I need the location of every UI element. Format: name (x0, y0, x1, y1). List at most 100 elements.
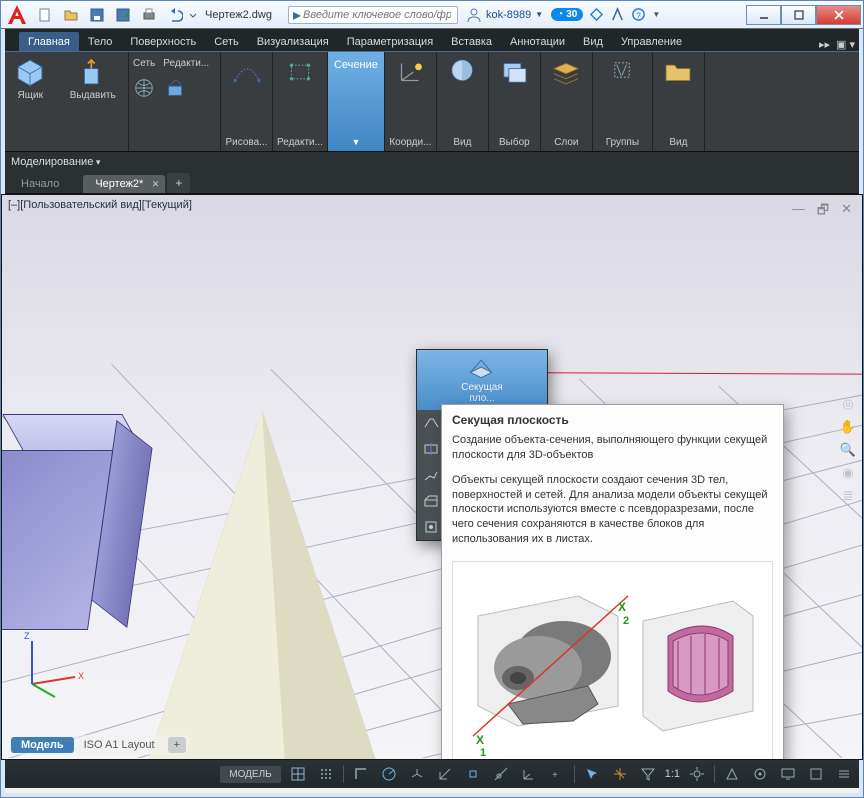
nav-showmotion-icon[interactable]: ≣ (839, 487, 857, 505)
save-button[interactable] (85, 5, 109, 25)
app-window: Чертеж2.dwg ▸ kok-8989 ▼ ◔30 ? ▼ Главная… (0, 0, 864, 798)
sb-workspace-icon[interactable] (749, 763, 771, 785)
tab-manage[interactable]: Управление (612, 32, 691, 51)
sb-filter-icon[interactable] (637, 763, 659, 785)
saveas-button[interactable] (111, 5, 135, 25)
layout-tab-add[interactable]: + (168, 737, 186, 753)
tab-insert[interactable]: Вставка (442, 32, 501, 51)
minimize-button[interactable] (746, 5, 781, 25)
close-button[interactable] (816, 5, 861, 25)
tab-home[interactable]: Главная (19, 32, 79, 51)
sb-3dosnap-icon[interactable] (462, 763, 484, 785)
maximize-button[interactable] (781, 5, 816, 25)
tooltip-p1: Создание объекта-сечения, выполняющего ф… (442, 431, 783, 471)
app-icon[interactable] (610, 7, 625, 22)
nav-pan-icon[interactable]: ✋ (839, 418, 857, 436)
sb-gizmo-icon[interactable] (609, 763, 631, 785)
exchange-icon[interactable] (589, 7, 604, 22)
layout-tab-model[interactable]: Модель (11, 737, 74, 753)
tab-surface[interactable]: Поверхность (121, 32, 205, 51)
help-dropdown-icon[interactable]: ▼ (652, 10, 660, 19)
close-icon[interactable]: ✕ (152, 179, 160, 190)
tool-layers[interactable] (549, 55, 583, 89)
help-icon[interactable]: ? (631, 7, 646, 22)
tool-view-style[interactable] (445, 55, 479, 89)
sb-customize-icon[interactable] (833, 763, 855, 785)
tool-edit1[interactable]: Редакти... (163, 58, 209, 69)
panel-section[interactable]: Сечение ▼ (328, 52, 385, 151)
qat-dropdown[interactable] (189, 5, 197, 25)
tab-solid[interactable]: Тело (79, 32, 122, 51)
status-model[interactable]: МОДЕЛЬ (220, 766, 280, 783)
ucs-icon[interactable]: X Z (20, 629, 90, 699)
nav-wheel-icon[interactable]: ◎ (839, 395, 857, 413)
doc-tab-add[interactable]: + (167, 173, 190, 193)
section-expand-icon: ▼ (351, 137, 360, 147)
ribbon-overflow-icon: ▸▸ (819, 38, 830, 51)
trial-badge[interactable]: ◔30 (551, 8, 583, 21)
open-file-button[interactable] (59, 5, 83, 25)
tab-annotate[interactable]: Аннотации (501, 32, 574, 51)
tab-view[interactable]: Вид (574, 32, 612, 51)
tool-coord[interactable] (393, 55, 427, 89)
vc-restore-icon[interactable]: 🗗 (817, 201, 829, 223)
svg-text:Z: Z (24, 631, 30, 641)
mesh-sphere-icon[interactable] (133, 77, 155, 99)
group-icon[interactable] (613, 61, 631, 79)
viewcube-area: — 🗗 ✕ (792, 199, 852, 223)
ribbon-expand-icon: ▣ ▾ (836, 38, 855, 51)
sb-grid-icon[interactable] (287, 763, 309, 785)
tool-box[interactable]: Ящик (13, 55, 47, 104)
print-button[interactable] (137, 5, 161, 25)
panel-layers: Слои (541, 52, 593, 151)
sb-polar-icon[interactable] (378, 763, 400, 785)
search-input[interactable] (301, 8, 453, 22)
panel-selection: Выбор (489, 52, 541, 151)
tooltip: Секущая плоскость Создание объекта-сечен… (441, 404, 784, 760)
sb-dyn-icon[interactable]: + (546, 763, 568, 785)
search-box[interactable]: ▸ (288, 6, 458, 24)
sb-ucs-icon[interactable] (518, 763, 540, 785)
sb-annoscale-icon[interactable] (721, 763, 743, 785)
new-file-button[interactable] (33, 5, 57, 25)
doc-tab-home[interactable]: Начало (9, 175, 81, 193)
panel-subtitle[interactable]: Моделирование (1, 152, 863, 172)
viewport[interactable]: [–][Пользовательский вид][Текущий] — 🗗 ✕… (1, 194, 863, 760)
nav-zoom-icon[interactable]: 🔍 (839, 441, 857, 459)
quick-access-toolbar (33, 5, 197, 25)
ribbon-overflow[interactable]: ▸▸ ▣ ▾ (819, 38, 863, 51)
sb-clean-icon[interactable] (805, 763, 827, 785)
vc-minimize-icon[interactable]: — (792, 201, 805, 223)
sb-iso-icon[interactable] (406, 763, 428, 785)
panel-groups: Группы (593, 52, 653, 151)
app-logo[interactable] (5, 3, 29, 27)
user-area[interactable]: kok-8989 ▼ (466, 7, 543, 23)
user-name: kok-8989 (486, 9, 531, 21)
tab-mesh[interactable]: Сеть (205, 32, 247, 51)
tool-mesh[interactable]: Сеть (133, 58, 155, 69)
tool-draw[interactable] (230, 55, 264, 89)
tool-edit2[interactable] (283, 55, 317, 89)
viewport-label[interactable]: [–][Пользовательский вид][Текущий] (8, 199, 192, 211)
layout-tab-a1[interactable]: ISO A1 Layout (74, 737, 165, 753)
tool-rview[interactable] (661, 55, 695, 89)
sb-otrack-icon[interactable] (490, 763, 512, 785)
sb-cursor-icon[interactable] (581, 763, 603, 785)
nav-orbit-icon[interactable]: ◉ (839, 464, 857, 482)
tool-extrude[interactable]: Выдавить (70, 55, 116, 104)
doc-tab-current[interactable]: Чертеж2*✕ (83, 175, 165, 193)
sb-monitor-icon[interactable] (777, 763, 799, 785)
undo-button[interactable] (163, 5, 187, 25)
edit-icon[interactable] (165, 77, 187, 99)
status-scale[interactable]: 1:1 (665, 768, 680, 780)
sb-ortho-icon[interactable] (350, 763, 372, 785)
tool-selection[interactable] (497, 55, 531, 89)
tab-visualize[interactable]: Визуализация (248, 32, 338, 51)
sb-osnap-icon[interactable] (434, 763, 456, 785)
vc-close-icon[interactable]: ✕ (841, 201, 852, 223)
sb-gear-icon[interactable] (686, 763, 708, 785)
tab-parametric[interactable]: Параметризация (338, 32, 442, 51)
svg-text:X: X (78, 671, 84, 681)
section-plane-item[interactable]: Секущаяпло... (417, 350, 547, 410)
sb-snap-icon[interactable] (315, 763, 337, 785)
